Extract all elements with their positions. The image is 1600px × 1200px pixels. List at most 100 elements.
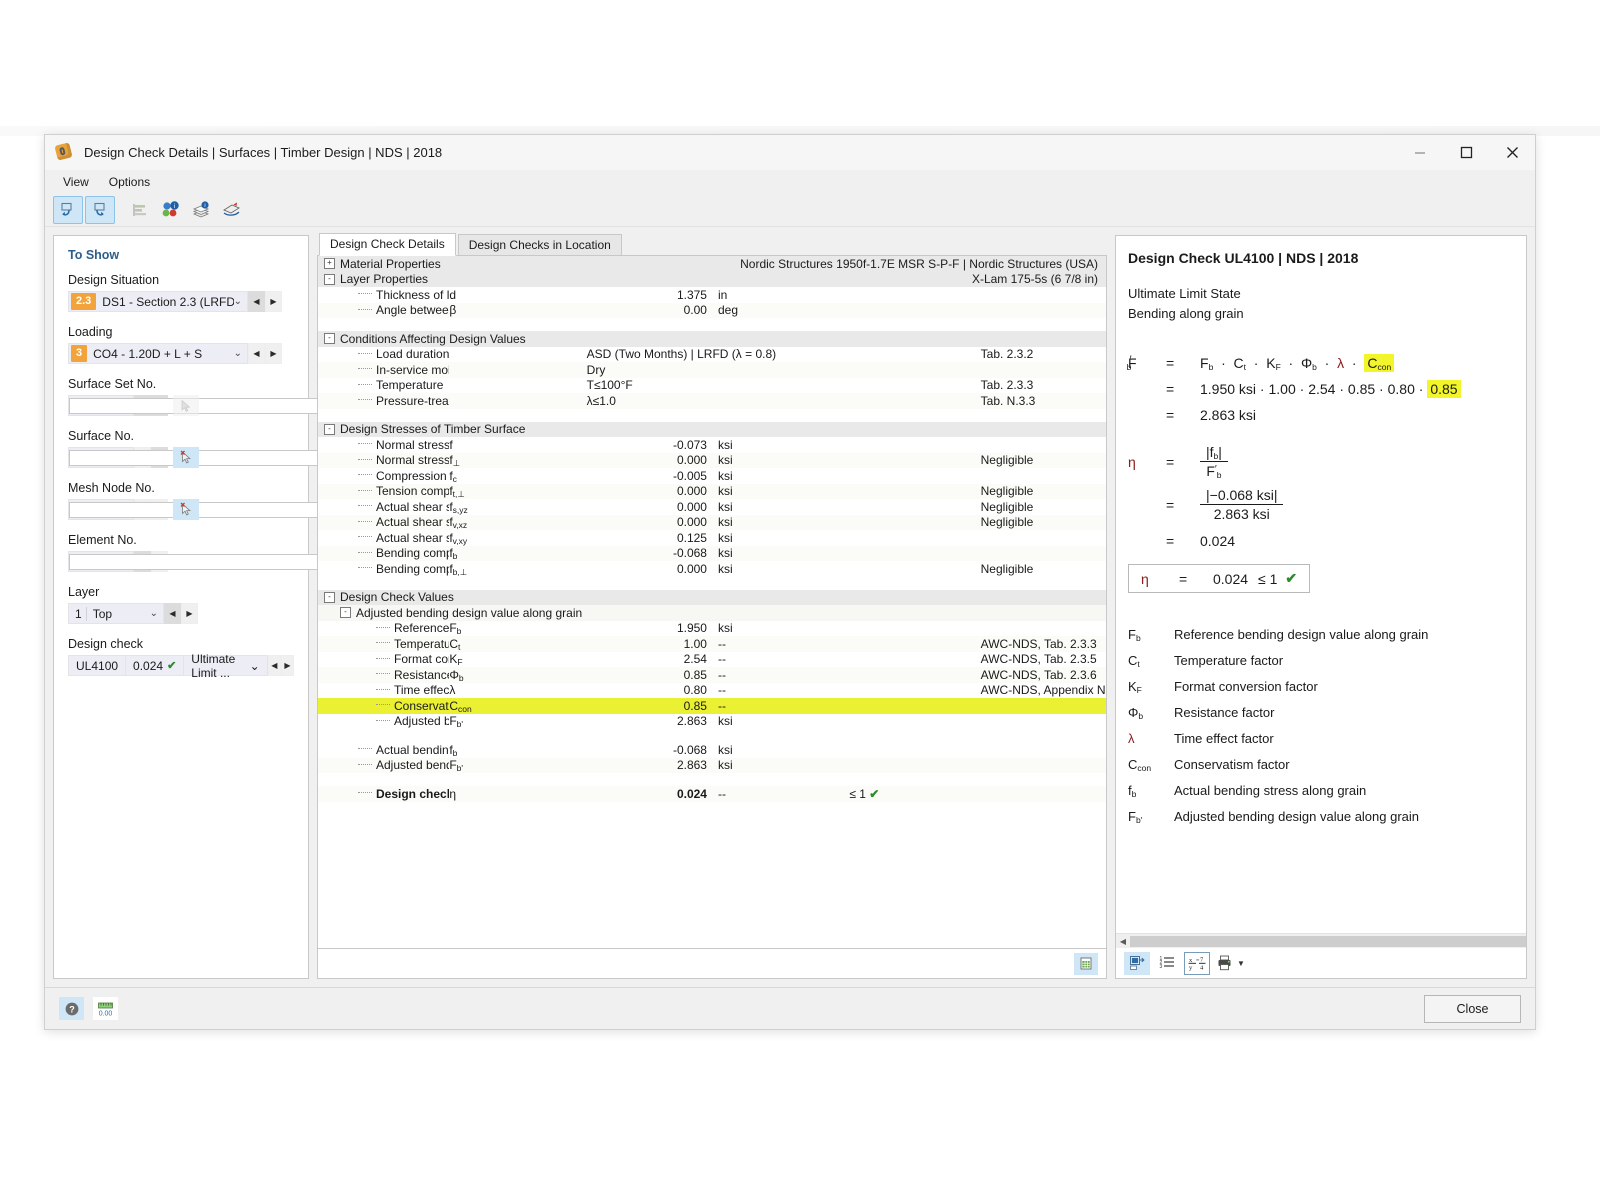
table-row[interactable]: Bending component of normal stress along… xyxy=(318,545,1106,561)
design-check-ratio[interactable]: 0.024 ✔ xyxy=(125,655,184,676)
formula-panel-hscrollbar[interactable]: ◀ xyxy=(1116,933,1526,948)
table-group-row[interactable]: + Material Properties Nordic Structures 19… xyxy=(318,256,1106,272)
table-row[interactable]: Actual bending stress along grainfb -0.06… xyxy=(318,742,1106,758)
maximize-button[interactable] xyxy=(1443,135,1489,170)
group-expander-icon[interactable]: + xyxy=(324,258,335,270)
units-ruler-icon[interactable]: 0.00 xyxy=(93,997,118,1020)
table-row[interactable]: In-service moisture condition Dry xyxy=(318,362,1106,378)
close-window-button[interactable] xyxy=(1489,135,1535,170)
design-situation-prev-button[interactable]: ◀ xyxy=(248,291,265,312)
tab-design-check-details[interactable]: Design Check Details xyxy=(319,233,456,256)
group-expander-icon[interactable]: - xyxy=(340,607,351,619)
table-group-row[interactable]: - Design Check Values xyxy=(318,589,1106,605)
loading-combo[interactable]: 3 CO4 - 1.20D + L + S ⌄ xyxy=(68,343,248,364)
element-no-combo[interactable]: 813 ⌄ xyxy=(68,551,489,572)
legend-description: Actual bending stress along grain xyxy=(1174,783,1367,799)
details-table-container[interactable]: + Material Properties Nordic Structures 19… xyxy=(317,255,1107,949)
table-group-row[interactable]: - Adjusted bending design value along gra… xyxy=(318,605,1106,621)
table-row[interactable]: Pressure-treated λ≤1.0 Tab. N.3.3 xyxy=(318,393,1106,409)
scroll-left-arrow-icon[interactable]: ◀ xyxy=(1116,937,1130,946)
undo-arrow-icon[interactable] xyxy=(53,195,83,224)
export-icon[interactable] xyxy=(217,197,245,223)
group-expander-icon[interactable]: - xyxy=(324,423,335,435)
surface-set-no-combo[interactable]: -- ⌄ xyxy=(68,395,489,416)
surface-no-pick-button[interactable] xyxy=(173,447,199,468)
table-row[interactable]: Actual shear stress in yz-planefs,yz 0.00… xyxy=(318,499,1106,515)
mesh-node-no-pick-button[interactable] xyxy=(173,499,199,520)
table-group-row[interactable]: - Design Stresses of Timber Surface xyxy=(318,421,1106,437)
table-row[interactable]: Tension component of normal stress perpe… xyxy=(318,483,1106,499)
chevron-down-icon[interactable]: ⌄ xyxy=(234,348,242,359)
design-situation-combo[interactable]: 2.3 DS1 - Section 2.3 (LRFD), 1. t... ⌄ xyxy=(68,291,248,312)
chevron-down-icon[interactable]: ⌄ xyxy=(234,296,242,307)
design-check-prev-button[interactable]: ◀ xyxy=(267,655,281,676)
layer-combo[interactable]: 1 Top ⌄ xyxy=(68,603,164,624)
help-question-icon[interactable]: ? xyxy=(59,997,84,1020)
group-expander-icon[interactable]: - xyxy=(324,333,335,345)
redo-arrow-icon[interactable] xyxy=(85,195,115,224)
list-icon[interactable]: 1 2 3 xyxy=(1154,951,1180,975)
table-row[interactable]: Normal stress perpendicular to grainf⊥0.… xyxy=(318,452,1106,468)
export-table-icon[interactable] xyxy=(1124,951,1150,975)
design-situation-next-button[interactable]: ▶ xyxy=(265,291,282,312)
row-value: 0.000 xyxy=(580,514,712,530)
close-dialog-button[interactable]: Close xyxy=(1424,994,1521,1023)
table-row[interactable]: Temperature factorCt1.00-- AWC-NDS, Tab. … xyxy=(318,636,1106,652)
loading-prev-button[interactable]: ◀ xyxy=(248,343,265,364)
table-row[interactable]: Normal stress along grainf -0.073 ksi xyxy=(318,437,1106,453)
sidebar-group-layer: Layer 1 Top ⌄ ◀ ▶ xyxy=(68,585,294,624)
loading-next-button[interactable]: ▶ xyxy=(265,343,282,364)
export-to-table-icon[interactable] xyxy=(1074,952,1098,975)
formula-toggle-icon[interactable]: x y = 7 4 xyxy=(1184,951,1210,975)
table-row[interactable]: Format conversion factorKF 2.54 -- AWC-NDS,… xyxy=(318,652,1106,667)
mesh-node-no-combo[interactable]: 2439 ⌄ xyxy=(68,499,489,520)
layer-next-button[interactable]: ▶ xyxy=(181,603,198,624)
layer-prev-button[interactable]: ◀ xyxy=(164,603,181,624)
color-legend-icon[interactable]: i xyxy=(157,197,185,223)
table-row[interactable]: Adjusted bending design value along grai… xyxy=(318,757,1106,773)
design-check-next-button[interactable]: ▶ xyxy=(280,655,295,676)
table-row[interactable]: Bending component of normal stress perpe… xyxy=(318,561,1106,577)
legend-row: fb Actual bending stress along grain xyxy=(1128,783,1514,809)
formula-lhs: F′b xyxy=(1126,354,1137,373)
print-icon[interactable]: ▼ xyxy=(1214,951,1248,975)
table-row[interactable]: Design check ratioη0.024--≤ 1 ✔ xyxy=(318,786,1106,802)
chevron-down-icon[interactable]: ⌄ xyxy=(150,608,158,619)
table-row[interactable]: Actual shear stress in xz-planefv,xz0.00… xyxy=(318,514,1106,530)
chevron-down-icon[interactable]: ▼ xyxy=(1237,959,1245,968)
table-spacer-row xyxy=(318,408,1106,422)
table-row[interactable]: Time effect factorλ 0.80 -- AWC-NDS, Append… xyxy=(318,683,1106,699)
chevron-down-icon[interactable]: ⌄ xyxy=(250,659,260,673)
table-group-row[interactable]: - Conditions Affecting Design Values xyxy=(318,331,1106,347)
menu-view[interactable]: View xyxy=(53,173,99,191)
toolbar: i i xyxy=(45,193,1535,227)
table-row[interactable]: Adjusted bending design value along grai… xyxy=(318,714,1106,730)
table-row[interactable]: Temperature T≤100°F Tab. 2.3.3 xyxy=(318,378,1106,394)
row-symbol xyxy=(449,362,581,378)
table-row[interactable]: Thickness of layerd 1.375 in xyxy=(318,287,1106,303)
surface-set-no-pick-button[interactable] xyxy=(173,395,199,416)
design-check-type[interactable]: Ultimate Limit ... ⌄ xyxy=(183,652,268,680)
table-row[interactable]: Angle between surface x-axis and directi… xyxy=(318,302,1106,318)
design-check-id[interactable]: UL4100 xyxy=(68,655,126,676)
table-row[interactable]: Load duration ASD (Two Months) | LRFD (λ … xyxy=(318,347,1106,363)
table-row[interactable]: Actual shear stress in xy-planefv,xy 0.12… xyxy=(318,530,1106,546)
menu-options[interactable]: Options xyxy=(99,173,160,191)
scroll-track[interactable] xyxy=(1130,935,1526,947)
tab-design-checks-in-location[interactable]: Design Checks in Location xyxy=(457,234,622,256)
align-left-icon[interactable] xyxy=(127,197,155,223)
group-expander-icon[interactable]: - xyxy=(324,273,335,285)
table-group-row[interactable]: - Layer Properties X-Lam 175-5s (6 7/8 in) xyxy=(318,271,1106,287)
table-row[interactable]: Resistance factorΦb0.85-- AWC-NDS, Tab. 2… xyxy=(318,667,1106,683)
print-preview-icon[interactable]: i xyxy=(187,197,215,223)
surface-no-combo[interactable]: 6 ⌄ xyxy=(68,447,489,468)
table-row[interactable]: Compression component of normal stress a… xyxy=(318,468,1106,484)
minimize-button[interactable] xyxy=(1397,135,1443,170)
table-row[interactable]: Conservatism factorCcon0.85-- xyxy=(318,698,1106,714)
group-expander-icon[interactable]: - xyxy=(324,591,335,603)
formula-content: Design Check UL4100 | NDS | 2018 Ultimat… xyxy=(1116,236,1526,933)
row-note xyxy=(975,742,1106,758)
row-label: Adjusted bending design value along grai… xyxy=(318,714,449,730)
table-row[interactable]: Reference bending design value along gra… xyxy=(318,621,1106,636)
group-label: Design Check Values xyxy=(340,590,454,605)
